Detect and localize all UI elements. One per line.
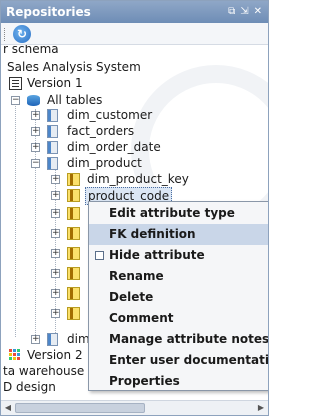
scroll-left-icon[interactable]: ◀ (2, 402, 14, 414)
maximize-icon[interactable]: ⇲ (240, 1, 248, 23)
restore-icon[interactable]: ⧉ (228, 1, 235, 23)
expand-icon[interactable]: + (51, 249, 60, 258)
menu-item-comment[interactable]: Comment (89, 308, 268, 329)
context-menu: Edit attribute type FK definition Hide a… (88, 201, 268, 392)
menu-item-rename[interactable]: Rename (89, 266, 268, 287)
expand-icon[interactable]: + (31, 127, 40, 136)
expand-icon[interactable]: + (51, 175, 60, 184)
expand-icon[interactable]: + (51, 229, 60, 238)
attribute-icon (67, 287, 80, 300)
version-icon (9, 77, 22, 90)
title-controls: ⧉ ⇲ ✕ (228, 1, 262, 23)
menu-item-edit-attribute-type[interactable]: Edit attribute type (89, 203, 268, 224)
collapse-icon[interactable]: − (11, 96, 20, 105)
attribute-icon (67, 189, 80, 202)
menu-item-manage-attribute-notes[interactable]: Manage attribute notes (89, 329, 268, 350)
attribute-icon (67, 207, 80, 220)
menu-item-hide-attribute[interactable]: Hide attribute (89, 245, 268, 266)
version-grid-icon (9, 349, 21, 361)
collapse-icon[interactable]: − (31, 159, 40, 168)
attribute-icon (67, 267, 80, 280)
menu-item-properties[interactable]: Properties (89, 371, 268, 392)
hide-attribute-checkbox[interactable] (95, 251, 104, 260)
expand-icon[interactable]: + (51, 269, 60, 278)
expand-icon[interactable]: + (51, 289, 60, 298)
panel-title-bar[interactable]: Repositories ⧉ ⇲ ✕ (1, 1, 268, 23)
scroll-right-icon[interactable]: ▶ (255, 402, 267, 414)
attribute-icon (67, 227, 80, 240)
expand-icon[interactable]: + (51, 309, 60, 318)
horizontal-scrollbar[interactable]: ◀ ▶ (1, 400, 268, 415)
expand-icon[interactable]: + (31, 335, 40, 344)
close-icon[interactable]: ✕ (254, 1, 262, 23)
panel-title: Repositories (6, 5, 91, 19)
menu-item-fk-definition[interactable]: FK definition (89, 224, 268, 245)
menu-item-delete[interactable]: Delete (89, 287, 268, 308)
expand-icon[interactable]: + (31, 111, 40, 120)
expand-icon[interactable]: + (51, 209, 60, 218)
tree-item-d-design[interactable]: D design (3, 377, 56, 397)
attribute-icon (67, 247, 80, 260)
scrollbar-thumb[interactable] (15, 403, 145, 413)
tree-line (15, 97, 16, 337)
repositories-panel: Repositories ⧉ ⇲ ✕ ↻ r schema Sales Anal… (0, 0, 269, 416)
expand-icon[interactable]: + (51, 191, 60, 200)
toolbar: ↻ (1, 23, 268, 45)
toolbar-grip[interactable] (4, 28, 7, 41)
refresh-icon[interactable]: ↻ (13, 25, 31, 43)
menu-item-enter-user-documentation[interactable]: Enter user documentation (89, 350, 268, 371)
attribute-icon (67, 307, 80, 320)
expand-icon[interactable]: + (31, 143, 40, 152)
